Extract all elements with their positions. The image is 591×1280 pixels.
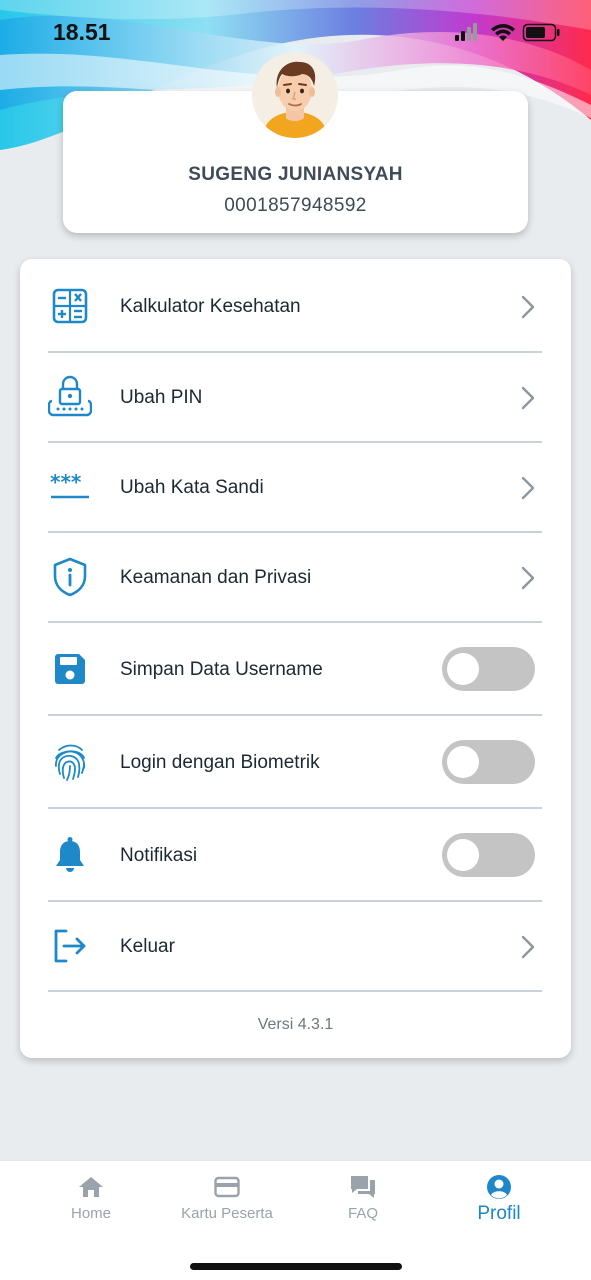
nav-kartu-peserta[interactable]: Kartu Peserta <box>167 1173 287 1233</box>
profile-name: SUGENG JUNIANSYAH <box>188 164 403 185</box>
chevron-right-icon <box>521 566 535 590</box>
menu-item-label: Simpan Data Username <box>120 659 323 680</box>
toggle-knob <box>447 653 479 685</box>
wifi-icon <box>491 24 515 41</box>
nav-profil[interactable]: Profil <box>439 1173 559 1233</box>
floppy-disk-icon <box>48 647 92 691</box>
menu-item-label: Login dengan Biometrik <box>120 752 320 773</box>
menu-item-label: Kalkulator Kesehatan <box>120 296 301 317</box>
cellular-signal-icon <box>455 23 477 41</box>
nav-label: Kartu Peserta <box>181 1205 273 1222</box>
status-time: 18.51 <box>53 19 111 45</box>
menu-item-keluar[interactable]: Keluar <box>48 902 542 992</box>
menu-item-login-biometrik: Login dengan Biometrik <box>48 716 542 809</box>
chevron-right-icon <box>521 386 535 410</box>
toggle-knob <box>447 839 479 871</box>
chevron-right-icon <box>521 476 535 500</box>
user-circle-icon <box>486 1173 512 1201</box>
menu-item-label: Keluar <box>120 936 175 957</box>
menu-card: Kalkulator Kesehatan Ubah PIN *** Ubah K… <box>20 259 571 1058</box>
menu-item-label: Ubah PIN <box>120 387 203 408</box>
chat-icon <box>349 1173 377 1201</box>
biometrik-toggle[interactable] <box>442 740 535 784</box>
chevron-right-icon <box>521 935 535 959</box>
battery-icon <box>522 23 560 42</box>
notifikasi-toggle[interactable] <box>442 833 535 877</box>
menu-item-ubah-pin[interactable]: Ubah PIN <box>48 353 542 443</box>
bell-icon <box>48 833 92 877</box>
nav-home[interactable]: Home <box>31 1173 151 1233</box>
menu-item-notifikasi: Notifikasi <box>48 809 542 902</box>
menu-item-ubah-kata-sandi[interactable]: *** Ubah Kata Sandi <box>48 443 542 533</box>
svg-text:***: *** <box>50 472 82 494</box>
fingerprint-icon <box>48 740 92 784</box>
menu-item-kalkulator-kesehatan[interactable]: Kalkulator Kesehatan <box>48 259 542 353</box>
card-icon <box>214 1173 240 1201</box>
app-version: Versi 4.3.1 <box>257 1016 334 1033</box>
simpan-username-toggle[interactable] <box>442 647 535 691</box>
shield-info-icon <box>48 555 92 599</box>
menu-item-label: Keamanan dan Privasi <box>120 567 312 588</box>
nav-label: Home <box>70 1205 111 1222</box>
logout-icon <box>48 924 92 968</box>
toggle-knob <box>447 746 479 778</box>
nav-faq[interactable]: FAQ <box>303 1173 423 1233</box>
status-icons <box>455 22 561 44</box>
home-indicator <box>190 1263 402 1270</box>
profile-number: 0001857948592 <box>224 195 367 216</box>
chevron-right-icon <box>521 295 535 319</box>
menu-item-label: Notifikasi <box>120 845 198 866</box>
menu-item-label: Ubah Kata Sandi <box>120 477 264 498</box>
nav-label: FAQ <box>347 1205 378 1222</box>
menu-item-simpan-data-username: Simpan Data Username <box>48 623 542 716</box>
bottom-navigation: Home Kartu Peserta FAQ Profil <box>0 1160 591 1280</box>
nav-label: Profil <box>477 1203 521 1224</box>
password-icon: *** <box>48 465 92 509</box>
menu-item-keamanan-dan-privasi[interactable]: Keamanan dan Privasi <box>48 533 542 623</box>
calculator-icon <box>48 284 92 328</box>
home-icon <box>78 1173 104 1201</box>
avatar[interactable] <box>252 52 338 138</box>
lock-keypad-icon <box>48 373 92 417</box>
